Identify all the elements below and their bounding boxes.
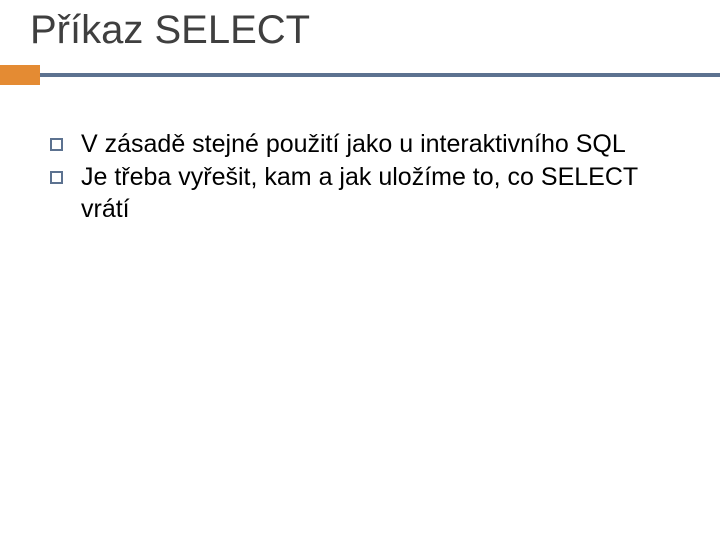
square-bullet-icon	[50, 171, 63, 184]
slide: Příkaz SELECT V zásadě stejné použití ja…	[0, 0, 720, 540]
list-item: Je třeba vyřešit, kam a jak uložíme to, …	[50, 162, 680, 225]
bullet-text: Je třeba vyřešit, kam a jak uložíme to, …	[81, 162, 680, 225]
title-rule	[0, 65, 720, 85]
bullet-text: V zásadě stejné použití jako u interakti…	[81, 129, 626, 160]
divider-line	[40, 73, 720, 77]
slide-title: Příkaz SELECT	[0, 8, 720, 65]
square-bullet-icon	[50, 138, 63, 151]
accent-box	[0, 65, 40, 85]
bullet-list: V zásadě stejné použití jako u interakti…	[50, 129, 680, 225]
list-item: V zásadě stejné použití jako u interakti…	[50, 129, 680, 160]
content-area: V zásadě stejné použití jako u interakti…	[0, 129, 720, 225]
